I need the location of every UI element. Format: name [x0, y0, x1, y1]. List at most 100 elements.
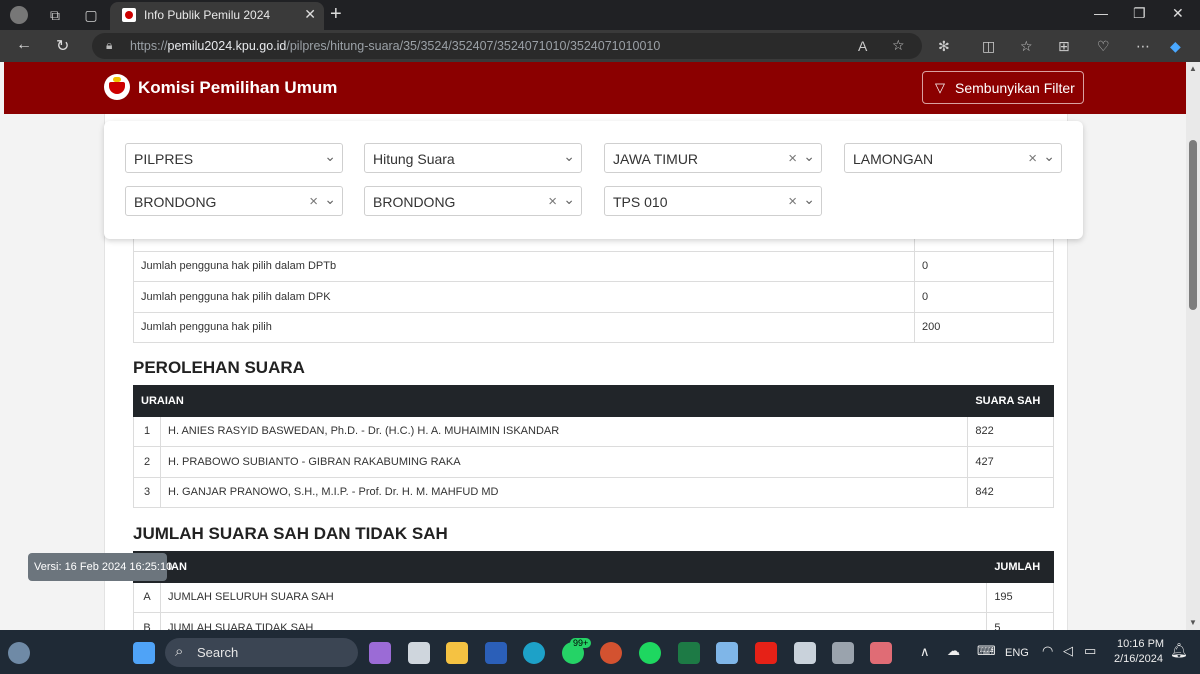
select-kelurahan[interactable]: BRONDONG × ⌄ — [364, 186, 582, 216]
select-jenis-data[interactable]: Hitung Suara ⌄ — [364, 143, 582, 173]
chevron-down-icon[interactable]: ⌄ — [1043, 148, 1055, 165]
table-row: 2 H. PRABOWO SUBIANTO - GIBRAN RAKABUMIN… — [133, 446, 1054, 478]
vote-count: 822 — [967, 415, 1054, 447]
split-screen-icon[interactable]: ◫ — [982, 38, 995, 55]
copilot-icon[interactable]: ◆ — [1170, 38, 1181, 55]
url-bar[interactable]: 🔒︎ https://pemilu2024.kpu.go.id/pilpres/… — [92, 33, 922, 59]
scroll-down-icon[interactable]: ▼ — [1189, 618, 1197, 627]
search-icon: ⌕ — [175, 643, 184, 660]
chevron-down-icon[interactable]: ⌄ — [563, 191, 575, 208]
task-view-icon[interactable] — [408, 642, 430, 664]
table-row: Jumlah pengguna hak pilih 200 — [133, 311, 1054, 343]
keyboard-icon[interactable]: ⌨ — [977, 643, 996, 659]
lock-icon[interactable]: 🔒︎ — [106, 38, 112, 53]
edge-icon[interactable] — [523, 642, 545, 664]
youtube-icon[interactable] — [755, 642, 777, 664]
weather-icon[interactable] — [8, 642, 30, 664]
candidate-name: H. PRABOWO SUBIANTO - GIBRAN RAKABUMING … — [159, 446, 969, 478]
chevron-up-icon[interactable]: ∧ — [920, 644, 930, 660]
collections-icon[interactable]: ⊞ — [1058, 38, 1070, 55]
favorites-icon[interactable]: ☆ — [1020, 38, 1033, 55]
scroll-thumb[interactable] — [1189, 140, 1197, 310]
browser-essentials-icon[interactable]: ♡ — [1097, 38, 1110, 55]
file-explorer-icon[interactable] — [446, 642, 468, 664]
battery-icon[interactable]: ▭ — [1084, 643, 1096, 659]
voters-label: Jumlah pengguna hak pilih — [133, 311, 915, 343]
volume-icon[interactable]: ◁ — [1063, 643, 1073, 659]
tab-actions-icon[interactable]: ▢ — [82, 6, 100, 24]
kpu-logo-icon — [104, 74, 130, 100]
paint-icon[interactable] — [794, 642, 816, 664]
wifi-icon[interactable]: ◠ — [1042, 643, 1053, 659]
select-value: TPS 010 — [613, 194, 668, 210]
voters-value: 200 — [914, 311, 1054, 343]
table-row: 1 H. ANIES RASYID BASWEDAN, Ph.D. - Dr. … — [133, 415, 1054, 447]
favorite-star-icon[interactable]: ☆ — [892, 37, 905, 54]
version-tooltip: Versi: 16 Feb 2024 16:25:10 — [28, 553, 172, 581]
taskbar-search[interactable]: ⌕ Search — [165, 638, 358, 667]
candidate-name: H. ANIES RASYID BASWEDAN, Ph.D. - Dr. (H… — [159, 415, 969, 447]
copilot-pre-icon[interactable] — [369, 642, 391, 664]
chevron-down-icon[interactable]: ⌄ — [324, 148, 336, 165]
voters-label: Jumlah pengguna hak pilih dalam DPK — [133, 281, 915, 313]
chevron-down-icon[interactable]: ⌄ — [803, 148, 815, 165]
select-value: Hitung Suara — [373, 151, 455, 167]
start-icon[interactable] — [133, 642, 155, 664]
clear-icon[interactable]: × — [1028, 150, 1037, 167]
select-value: BRONDONG — [373, 194, 456, 210]
powerpoint-icon[interactable] — [600, 642, 622, 664]
page-scrollbar[interactable]: ▲ ▼ — [1186, 62, 1200, 630]
jumlah-value: 5 — [986, 612, 1054, 630]
language-indicator[interactable]: ENG — [1005, 647, 1029, 659]
refresh-icon[interactable]: ↻ — [56, 36, 69, 56]
col-suara-sah: SUARA SAH — [967, 385, 1054, 417]
select-provinsi[interactable]: JAWA TIMUR × ⌄ — [604, 143, 822, 173]
row-letter: B — [133, 612, 161, 630]
select-value: BRONDONG — [134, 194, 217, 210]
clock-time[interactable]: 10:16 PM — [1117, 638, 1164, 650]
perolehan-table: URAIAN SUARA SAH 1 H. ANIES RASYID BASWE… — [132, 385, 1054, 508]
page-viewport: Komisi Pemilihan Umum ▽ Sembunyikan Filt… — [0, 62, 1186, 630]
clear-icon[interactable]: × — [548, 193, 557, 210]
cloud-icon[interactable]: ☁ — [947, 643, 960, 659]
tab-title: Info Publik Pemilu 2024 — [144, 8, 271, 22]
calculator-icon[interactable] — [832, 642, 854, 664]
clock-date[interactable]: 2/16/2024 — [1114, 653, 1163, 665]
jumlah-label: JUMLAH SUARA TIDAK SAH — [159, 612, 988, 630]
select-value: PILPRES — [134, 151, 194, 167]
workspaces-icon[interactable]: ⧉ — [46, 6, 64, 24]
table-row: 3 H. GANJAR PRANOWO, S.H., M.I.P. - Prof… — [133, 476, 1054, 508]
select-tps[interactable]: TPS 010 × ⌄ — [604, 186, 822, 216]
word-icon[interactable] — [485, 642, 507, 664]
funnel-icon: ▽ — [935, 80, 945, 95]
select-jenis-pemilu[interactable]: PILPRES ⌄ — [125, 143, 343, 173]
read-aloud-icon[interactable]: A — [858, 38, 867, 54]
extensions-icon[interactable]: ✻ — [938, 38, 950, 55]
close-window-icon[interactable]: ✕ — [1172, 5, 1184, 22]
photos-icon[interactable] — [716, 642, 738, 664]
select-kabupaten[interactable]: LAMONGAN × ⌄ — [844, 143, 1062, 173]
select-kecamatan[interactable]: BRONDONG × ⌄ — [125, 186, 343, 216]
spotify-icon[interactable] — [639, 642, 661, 664]
row-number: 1 — [133, 415, 161, 447]
excel-icon[interactable] — [678, 642, 700, 664]
close-tab-icon[interactable]: ✕ — [304, 6, 316, 23]
back-icon[interactable]: ← — [16, 36, 32, 54]
notification-bell-icon[interactable]: 🔔︎ — [1170, 642, 1188, 659]
snipping-tool-icon[interactable] — [870, 642, 892, 664]
clear-icon[interactable]: × — [309, 193, 318, 210]
profile-avatar-icon[interactable] — [10, 6, 28, 24]
hide-filter-button[interactable]: ▽ Sembunyikan Filter — [922, 71, 1084, 104]
restore-icon[interactable]: ❐ — [1133, 5, 1146, 22]
scroll-up-icon[interactable]: ▲ — [1189, 64, 1197, 73]
minimize-icon[interactable]: — — [1094, 5, 1108, 21]
clear-icon[interactable]: × — [788, 193, 797, 210]
more-menu-icon[interactable]: ⋯ — [1136, 38, 1150, 55]
chevron-down-icon[interactable]: ⌄ — [563, 148, 575, 165]
chevron-down-icon[interactable]: ⌄ — [803, 191, 815, 208]
row-number: 3 — [133, 476, 161, 508]
chevron-down-icon[interactable]: ⌄ — [324, 191, 336, 208]
new-tab-icon[interactable]: + — [330, 3, 342, 26]
browser-tab[interactable]: Info Publik Pemilu 2024 ✕ — [110, 2, 324, 30]
clear-icon[interactable]: × — [788, 150, 797, 167]
